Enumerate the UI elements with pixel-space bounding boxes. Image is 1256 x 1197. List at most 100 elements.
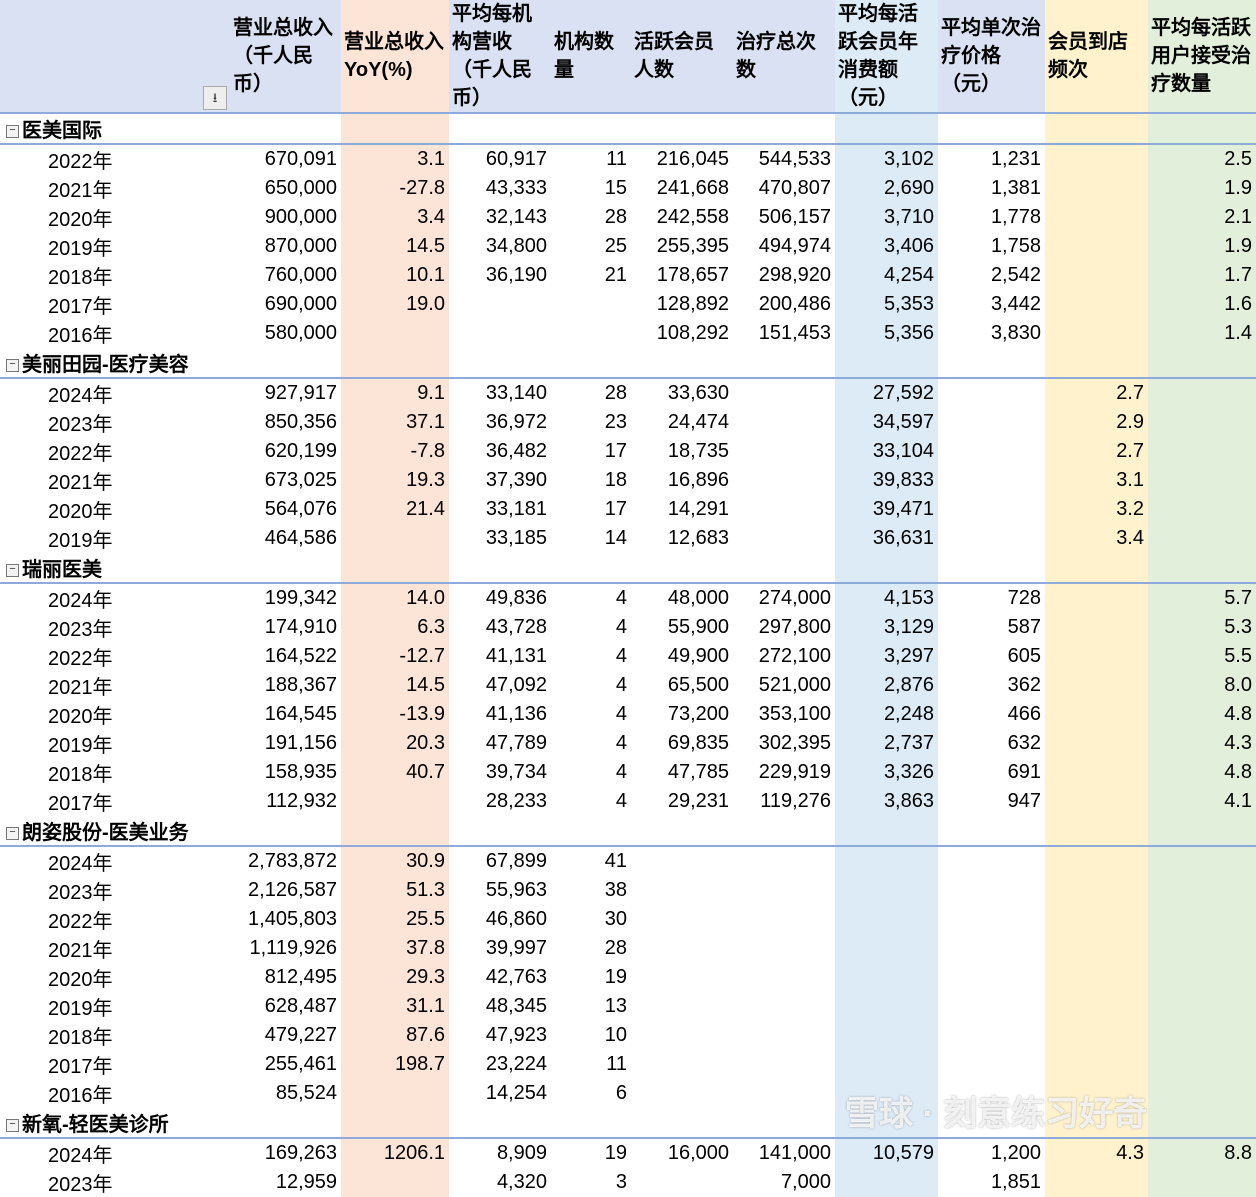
year-label[interactable]: 2023年 [0,613,230,642]
cell[interactable]: 28 [551,934,631,963]
year-label[interactable]: 2018年 [0,261,230,290]
cell[interactable]: 41,131 [449,642,551,671]
cell[interactable]: 87.6 [341,1021,449,1050]
year-label[interactable]: 2017年 [0,787,230,816]
cell[interactable] [938,1079,1045,1108]
cell[interactable]: 30 [551,905,631,934]
cell[interactable]: 141,000 [733,1138,835,1168]
cell[interactable] [1045,642,1148,671]
cell[interactable]: 33,630 [631,378,733,408]
year-label[interactable]: 2021年 [0,934,230,963]
cell[interactable] [1148,495,1256,524]
cell[interactable]: 200,486 [733,290,835,319]
cell[interactable] [1045,934,1148,963]
year-label[interactable]: 2022年 [0,642,230,671]
cell[interactable] [1148,437,1256,466]
cell[interactable]: 8.0 [1148,671,1256,700]
cell[interactable]: 521,000 [733,671,835,700]
cell[interactable] [835,846,938,876]
cell[interactable]: 2.9 [1045,408,1148,437]
cell[interactable]: 3 [551,1168,631,1197]
cell[interactable]: 947 [938,787,1045,816]
cell[interactable]: 39,833 [835,466,938,495]
cell[interactable]: 2,783,872 [230,846,341,876]
cell[interactable]: 14,254 [449,1079,551,1108]
cell[interactable]: 564,076 [230,495,341,524]
cell[interactable]: 17 [551,495,631,524]
cell[interactable]: 41 [551,846,631,876]
cell[interactable]: 23,224 [449,1050,551,1079]
cell[interactable]: 36,631 [835,524,938,553]
cell[interactable] [733,905,835,934]
cell[interactable] [938,876,1045,905]
cell[interactable] [631,876,733,905]
cell[interactable] [1045,700,1148,729]
cell[interactable] [631,963,733,992]
cell[interactable] [835,934,938,963]
cell[interactable]: 2.7 [1045,378,1148,408]
cell[interactable] [733,378,835,408]
cell[interactable]: 4 [551,758,631,787]
cell[interactable] [1148,466,1256,495]
cell[interactable]: 85,524 [230,1079,341,1108]
cell[interactable] [1045,905,1148,934]
cell[interactable] [938,1021,1045,1050]
collapse-icon[interactable]: − [6,1119,19,1133]
cell[interactable]: 37.1 [341,408,449,437]
cell[interactable]: 60,917 [449,144,551,174]
cell[interactable]: 670,091 [230,144,341,174]
cell[interactable] [835,963,938,992]
cell[interactable] [938,1050,1045,1079]
header-treatments[interactable]: 治疗总次数 [733,0,835,114]
cell[interactable]: 2.5 [1148,144,1256,174]
cell[interactable]: 1,381 [938,174,1045,203]
cell[interactable]: 691 [938,758,1045,787]
cell[interactable] [1045,290,1148,319]
cell[interactable] [733,934,835,963]
corner[interactable] [0,0,230,114]
cell[interactable]: 164,522 [230,642,341,671]
cell[interactable]: 242,558 [631,203,733,232]
cell[interactable]: 673,025 [230,466,341,495]
cell[interactable]: 67,899 [449,846,551,876]
year-label[interactable]: 2016年 [0,319,230,348]
sort-filter-icon[interactable]: ⭳ [203,86,227,110]
cell[interactable]: 47,789 [449,729,551,758]
cell[interactable]: 605 [938,642,1045,671]
cell[interactable]: 16,896 [631,466,733,495]
cell[interactable]: 2,248 [835,700,938,729]
cell[interactable] [1045,758,1148,787]
cell[interactable]: 37,390 [449,466,551,495]
cell[interactable] [631,846,733,876]
cell[interactable]: 19.0 [341,290,449,319]
cell[interactable]: 47,785 [631,758,733,787]
cell[interactable]: 3,297 [835,642,938,671]
cell[interactable]: 21.4 [341,495,449,524]
cell[interactable]: 760,000 [230,261,341,290]
cell[interactable] [733,963,835,992]
cell[interactable]: 1,200 [938,1138,1045,1168]
cell[interactable]: 216,045 [631,144,733,174]
cell[interactable]: 470,807 [733,174,835,203]
cell[interactable]: 41,136 [449,700,551,729]
cell[interactable] [938,846,1045,876]
header-avg-price[interactable]: 平均单次治疗价格（元） [938,0,1045,114]
cell[interactable]: 4 [551,700,631,729]
collapse-icon[interactable]: − [6,827,19,841]
cell[interactable]: 198.7 [341,1050,449,1079]
header-avg-spend[interactable]: 平均每活跃会员年消费额（元） [835,0,938,114]
cell[interactable]: 199,342 [230,583,341,613]
cell[interactable]: 47,092 [449,671,551,700]
cell[interactable] [938,437,1045,466]
cell[interactable]: 40.7 [341,758,449,787]
cell[interactable]: 4,320 [449,1168,551,1197]
cell[interactable]: 466 [938,700,1045,729]
cell[interactable] [1045,144,1148,174]
cell[interactable] [551,290,631,319]
cell[interactable]: -12.7 [341,642,449,671]
header-active-members[interactable]: 活跃会员人数 [631,0,733,114]
cell[interactable]: 30.9 [341,846,449,876]
cell[interactable] [1045,232,1148,261]
cell[interactable] [1148,1050,1256,1079]
cell[interactable] [938,495,1045,524]
